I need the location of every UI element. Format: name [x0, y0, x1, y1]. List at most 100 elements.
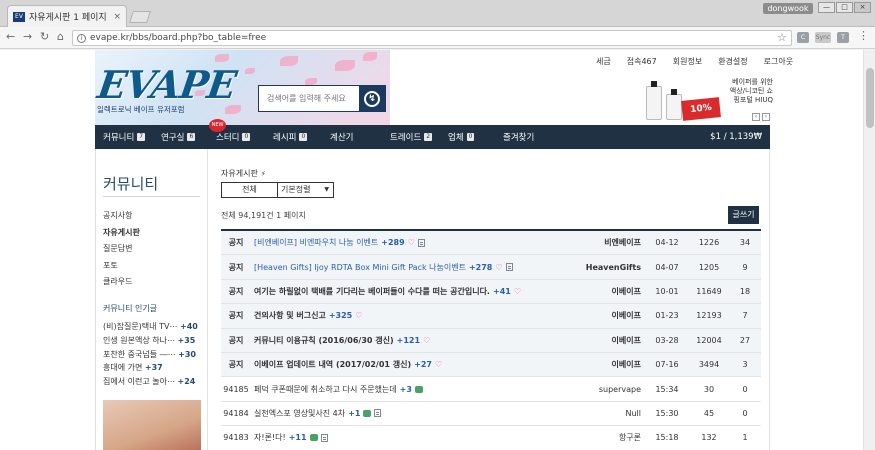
- search-input[interactable]: [259, 86, 359, 111]
- post-title[interactable]: [Heaven Gifts] Ijoy RDTA Box Mini Gift P…: [254, 262, 466, 273]
- post-author[interactable]: supervape: [545, 385, 645, 394]
- nav-vendor[interactable]: 업체 0: [440, 125, 495, 149]
- popular-item[interactable]: (비)잡질문)택내 TV⋯ +40: [103, 320, 198, 334]
- sort-select[interactable]: 기본정렬 ▼: [278, 182, 334, 198]
- util-link-logout[interactable]: 로그아웃: [764, 56, 793, 67]
- post-number: 94183: [223, 433, 249, 443]
- search-icon: ↯: [364, 90, 380, 107]
- info-icon[interactable]: i: [77, 33, 86, 43]
- post-subject[interactable]: 페덕 쿠폰때문에 취소하고 다시 주문했는데 +3: [251, 384, 545, 395]
- post-title[interactable]: 실천엑스포 영상및사진 4차: [254, 408, 345, 419]
- post-title[interactable]: 건의사항 및 버그신고: [254, 310, 326, 321]
- notice-row[interactable]: 공지 건의사항 및 버그신고 +325 ♡ 이베이프 01-23 12193 7: [221, 304, 761, 329]
- post-author[interactable]: 이베이프: [545, 359, 645, 370]
- ad-next-icon[interactable]: ›: [762, 113, 770, 121]
- post-subject[interactable]: 자!론!다! +11: [251, 432, 545, 443]
- comment-icon: [414, 385, 423, 393]
- sidebar-item-free-board[interactable]: 자유게시판: [103, 225, 140, 242]
- popular-item[interactable]: 포찬한 중국넘들 ―⋯ +30: [103, 348, 198, 362]
- post-author[interactable]: 이베이프: [545, 286, 645, 297]
- nav-lab[interactable]: 연구실 6: [153, 125, 208, 149]
- post-subject[interactable]: 실천엑스포 영상및사진 4차 +1: [251, 408, 545, 419]
- nav-favorites[interactable]: 즐겨찾기: [495, 125, 555, 149]
- post-author[interactable]: 이베이프: [545, 310, 645, 321]
- extension-t-icon[interactable]: T: [837, 32, 849, 43]
- sidebar-item-notice[interactable]: 공지사항: [103, 208, 140, 225]
- post-subject[interactable]: [비엔베이프] 비엔파우치 나눔 이벤트 +289 ♡: [251, 237, 545, 248]
- extension-c-icon[interactable]: C: [797, 32, 809, 43]
- tab-close-icon[interactable]: ×: [113, 12, 121, 22]
- url-text[interactable]: evape.kr/bbs/board.php?bo_table=free: [90, 33, 266, 43]
- profile-user[interactable]: dongwook: [763, 3, 813, 14]
- file-icon: [374, 409, 382, 418]
- post-title[interactable]: 페덕 쿠폰때문에 취소하고 다시 주문했는데: [254, 384, 397, 395]
- site-logo[interactable]: EVAPE: [95, 62, 239, 107]
- post-subject[interactable]: 커뮤니티 이용규칙 (2016/06/30 갱신) +121 ♡: [251, 335, 545, 346]
- filter-all-button[interactable]: 전체: [221, 182, 278, 198]
- popular-item[interactable]: 흥대에 가면 +37: [103, 361, 198, 375]
- write-button[interactable]: 글쓰기: [728, 206, 759, 224]
- util-link-settings[interactable]: 환경설정: [718, 56, 747, 67]
- extension-sync-icon[interactable]: Sync: [815, 32, 831, 43]
- site-search: ↯: [258, 85, 386, 112]
- post-author[interactable]: HeavenGifts: [545, 263, 645, 272]
- nav-calculator[interactable]: 계산기: [322, 125, 382, 149]
- reload-icon[interactable]: ↻: [40, 30, 49, 43]
- table-row[interactable]: 94183 자!론!다! +11 항구론 15:18 132 1: [221, 426, 761, 450]
- header-ad[interactable]: 10% 베이퍼를 위한 액상/니코틴 쇼핑포털 HIUQ: [640, 72, 773, 124]
- browser-menu-icon[interactable]: ⋮: [858, 30, 869, 41]
- sidebar-item-cloud[interactable]: 클라우드: [103, 274, 140, 291]
- notice-row[interactable]: 공지 커뮤니티 이용규칙 (2016/06/30 갱신) +121 ♡ 이베이프 03-2…: [221, 328, 761, 353]
- post-author[interactable]: Null: [545, 409, 645, 418]
- popular-count: +40: [179, 322, 198, 331]
- post-author[interactable]: 이베이프: [545, 335, 645, 346]
- ad-prev-icon[interactable]: ‹: [752, 113, 760, 121]
- minimize-button[interactable]: —: [818, 2, 835, 13]
- popular-item[interactable]: 인생 원본액상 하나⋯ +35: [103, 334, 198, 348]
- post-title[interactable]: [비엔베이프] 비엔파우치 나눔 이벤트: [254, 237, 378, 248]
- popular-item[interactable]: 집에서 이런고 놀아⋯ +24: [103, 375, 198, 389]
- notice-row[interactable]: 공지 여기는 하릴없이 택배를 기다리는 베이퍼들이 수다를 떠는 공간입니다. +…: [221, 279, 761, 305]
- browser-tab[interactable]: EV 자유게시판 1 페이지 | E ×: [7, 5, 127, 27]
- post-subject[interactable]: [Heaven Gifts] Ijoy RDTA Box Mini Gift P…: [251, 262, 545, 273]
- notice-row[interactable]: 공지 이베이프 업데이트 내역 (2017/02/01 갱신) +27 ♡ 이베이프 07…: [221, 352, 761, 378]
- new-tab-button[interactable]: [129, 11, 151, 23]
- post-author[interactable]: 항구론: [545, 432, 645, 443]
- maximize-button[interactable]: □: [836, 2, 853, 13]
- post-hits: 1205: [698, 262, 720, 272]
- address-bar[interactable]: i evape.kr/bbs/board.php?bo_table=free: [72, 30, 792, 46]
- sidebar-item-photo[interactable]: 포토: [103, 258, 140, 275]
- page-scrollbar[interactable]: [863, 50, 875, 450]
- search-button[interactable]: ↯: [359, 86, 385, 111]
- rss-icon[interactable]: ⚡: [261, 170, 266, 178]
- post-subject[interactable]: 건의사항 및 버그신고 +325 ♡: [251, 310, 545, 321]
- post-subject[interactable]: 여기는 하릴없이 택배를 기다리는 베이퍼들이 수다를 떠는 공간입니다. +41…: [251, 286, 545, 297]
- util-link-online[interactable]: 접속467: [627, 56, 657, 67]
- nav-recipe[interactable]: 레시피 0: [265, 125, 322, 149]
- back-icon[interactable]: ←: [6, 30, 15, 43]
- post-subject[interactable]: 이베이프 업데이트 내역 (2017/02/01 갱신) +27 ♡: [251, 359, 545, 370]
- scrollbar-thumb[interactable]: [866, 68, 874, 128]
- post-title[interactable]: 자!론!다!: [254, 432, 286, 443]
- notice-row[interactable]: 공지 [비엔베이프] 비엔파우치 나눔 이벤트 +289 ♡ 비엔베이프 04-12 122…: [221, 231, 761, 256]
- nav-trade[interactable]: 트레이드 2: [382, 125, 440, 149]
- sidebar-ad-banner[interactable]: [103, 400, 201, 450]
- close-window-button[interactable]: ×: [854, 2, 871, 13]
- bookmark-star-icon[interactable]: ☆: [777, 31, 787, 44]
- post-author[interactable]: 비엔베이프: [545, 237, 645, 248]
- popular-count: +35: [177, 335, 196, 345]
- util-link-member-info[interactable]: 회원정보: [673, 56, 702, 67]
- table-row[interactable]: 94185 페덕 쿠폰때문에 취소하고 다시 주문했는데 +3 supervape 15…: [221, 377, 761, 402]
- board-main: 자유게시판 ⚡ 전체 기본정렬 ▼ 전체 94,191건 1 페이지 글쓰기 공지…: [221, 149, 761, 450]
- post-title[interactable]: 이베이프 업데이트 내역 (2017/02/01 갱신): [254, 359, 411, 370]
- util-link-tax[interactable]: 세금: [596, 56, 611, 67]
- nav-community[interactable]: 커뮤니티 7: [95, 125, 153, 149]
- post-title[interactable]: 여기는 하릴없이 택배를 기다리는 베이퍼들이 수다를 떠는 공간입니다.: [254, 286, 490, 297]
- home-icon[interactable]: ⌂: [57, 30, 64, 43]
- table-row[interactable]: 94184 실천엑스포 영상및사진 4차 +1 Null 15:30 45 0: [221, 402, 761, 427]
- notice-row[interactable]: 공지 [Heaven Gifts] Ijoy RDTA Box Mini Gift…: [221, 255, 761, 280]
- post-title[interactable]: 커뮤니티 이용규칙 (2016/06/30 갱신): [254, 335, 394, 346]
- forward-icon[interactable]: →: [23, 30, 32, 43]
- sidebar-item-qna[interactable]: 질문답변: [103, 241, 140, 258]
- nav-label: 연구실: [161, 133, 185, 143]
